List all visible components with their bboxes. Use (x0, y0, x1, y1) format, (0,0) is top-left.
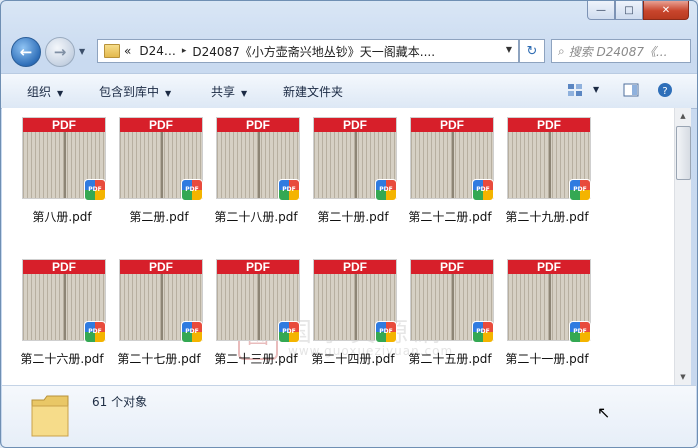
pdf-reader-icon: PDF (278, 321, 300, 343)
caption-buttons: — □ ✕ (587, 1, 689, 20)
file-name: 第二十六册.pdf (20, 352, 104, 366)
help-icon[interactable]: ? (657, 82, 673, 98)
pdf-reader-icon: PDF (472, 321, 494, 343)
view-dropdown-icon[interactable]: ▼ (593, 85, 599, 94)
refresh-button[interactable]: ↻ (519, 39, 545, 63)
item-count: 61 个对象 (92, 395, 148, 409)
address-dropdown-icon[interactable]: ▼ (506, 45, 512, 54)
search-icon: ⌕ (558, 43, 565, 58)
pdf-banner: PDF (217, 118, 299, 132)
new-folder-button[interactable]: 新建文件夹 (283, 83, 343, 100)
navigation-bar: ← → ▼ « D24… ▸ D24087《小方壶斋兴地丛钞》天一阁藏本....… (1, 35, 697, 67)
organize-label: 组织 (27, 85, 52, 99)
back-button[interactable]: ← (11, 37, 41, 67)
forward-button[interactable]: → (45, 37, 75, 67)
pdf-reader-icon: PDF (472, 179, 494, 201)
file-item[interactable]: PDF PDF 第二册.pdf (111, 117, 207, 235)
pdf-banner: PDF (120, 118, 202, 132)
pdf-banner: PDF (508, 260, 590, 274)
chevron-down-icon: ▼ (241, 89, 248, 98)
minimize-button[interactable]: — (587, 1, 615, 20)
pdf-banner: PDF (120, 260, 202, 274)
pdf-reader-icon: PDF (181, 179, 203, 201)
change-view-icon[interactable] (567, 82, 583, 98)
pdf-reader-icon: PDF (375, 321, 397, 343)
share-label: 共享 (211, 85, 236, 99)
address-bar[interactable]: « D24… ▸ D24087《小方壶斋兴地丛钞》天一阁藏本.... ▼ (97, 39, 519, 63)
file-name: 第二十八册.pdf (214, 210, 298, 224)
pdf-reader-icon: PDF (569, 321, 591, 343)
file-item[interactable]: PDF PDF 第二十三册.pdf (208, 259, 304, 377)
pdf-reader-icon: PDF (569, 179, 591, 201)
file-item[interactable]: PDF PDF 第二十七册.pdf (111, 259, 207, 377)
breadcrumb-segment-current[interactable]: D24087《小方壶斋兴地丛钞》天一阁藏本.... (192, 43, 435, 60)
address-overflow-chevron[interactable]: « (124, 44, 131, 58)
file-name: 第二册.pdf (129, 210, 189, 224)
pdf-banner: PDF (411, 260, 493, 274)
include-in-library-menu[interactable]: 包含到库中 ▼ (99, 83, 171, 100)
file-name: 第二十七册.pdf (117, 352, 201, 366)
close-button[interactable]: ✕ (643, 1, 689, 20)
file-name: 第二十一册.pdf (505, 352, 589, 366)
pdf-reader-icon: PDF (278, 179, 300, 201)
pdf-reader-icon: PDF (375, 179, 397, 201)
file-item[interactable]: PDF PDF 第二十六册.pdf (14, 259, 110, 377)
mouse-cursor-icon: ↖ (597, 403, 611, 422)
command-bar: 组织 ▼ 包含到库中 ▼ 共享 ▼ 新建文件夹 ▼ ? (1, 73, 697, 109)
file-name: 第二十二册.pdf (408, 210, 492, 224)
search-input[interactable]: ⌕ 搜索 D24087《... (551, 39, 691, 63)
file-item[interactable]: PDF PDF 第二十五册.pdf (402, 259, 498, 377)
file-name: 第八册.pdf (32, 210, 92, 224)
chevron-down-icon: ▼ (165, 89, 172, 98)
scrollbar-thumb[interactable] (676, 126, 691, 180)
pdf-banner: PDF (23, 118, 105, 132)
include-in-library-label: 包含到库中 (99, 85, 160, 99)
scroll-up-icon[interactable]: ▲ (675, 108, 691, 124)
file-item[interactable]: PDF PDF 第二十册.pdf (305, 117, 401, 235)
new-folder-label: 新建文件夹 (283, 85, 344, 99)
share-menu[interactable]: 共享 ▼ (211, 83, 247, 100)
forward-arrow-icon: → (53, 43, 67, 61)
folder-icon (31, 395, 69, 437)
pdf-reader-icon: PDF (84, 179, 106, 201)
scroll-down-icon[interactable]: ▼ (675, 369, 691, 385)
file-list[interactable]: 國 国學資源網 www.guoxueziyuan.com PDFPDF第八册.p… (2, 108, 674, 385)
pdf-reader-icon: PDF (181, 321, 203, 343)
recent-pages-dropdown-icon[interactable]: ▼ (79, 47, 85, 56)
file-item[interactable]: PDF PDF 第二十二册.pdf (402, 117, 498, 235)
maximize-button[interactable]: □ (615, 1, 643, 20)
details-pane: 61 个对象 (2, 385, 696, 447)
file-item[interactable]: PDF PDF 第二十九册.pdf (499, 117, 595, 235)
search-placeholder: 搜索 D24087《... (568, 44, 668, 59)
pdf-banner: PDF (23, 260, 105, 274)
file-item[interactable]: PDF PDF 第二十一册.pdf (499, 259, 595, 377)
pdf-banner: PDF (411, 118, 493, 132)
pdf-banner: PDF (508, 118, 590, 132)
file-item[interactable]: PDF PDF 第二十四册.pdf (305, 259, 401, 377)
file-name: 第二十五册.pdf (408, 352, 492, 366)
explorer-window: — □ ✕ ← → ▼ « D24… ▸ D24087《小方壶斋兴地丛钞》天一阁… (0, 0, 698, 448)
vertical-scrollbar[interactable]: ▲ ▼ (674, 108, 691, 385)
breadcrumb-separator-icon[interactable]: ▸ (182, 46, 187, 56)
pdf-reader-icon: PDF (84, 321, 106, 343)
breadcrumb-segment-parent[interactable]: D24… (139, 44, 176, 58)
file-name: 第二十册.pdf (317, 210, 389, 224)
chevron-down-icon: ▼ (57, 89, 64, 98)
organize-menu[interactable]: 组织 ▼ (27, 83, 63, 100)
file-name: 第二十三册.pdf (214, 352, 298, 366)
refresh-icon: ↻ (526, 43, 538, 59)
file-name: 第二十四册.pdf (311, 352, 395, 366)
svg-text:?: ? (662, 86, 667, 97)
file-name: 第二十九册.pdf (505, 210, 589, 224)
back-arrow-icon: ← (19, 43, 33, 61)
file-item[interactable]: PDF PDF 第八册.pdf (14, 117, 110, 235)
pdf-banner: PDF (314, 118, 396, 132)
folder-icon (104, 44, 120, 58)
pdf-banner: PDF (314, 260, 396, 274)
file-item[interactable]: PDF PDF 第二十八册.pdf (208, 117, 304, 235)
preview-pane-icon[interactable] (623, 82, 639, 98)
pdf-banner: PDF (217, 260, 299, 274)
